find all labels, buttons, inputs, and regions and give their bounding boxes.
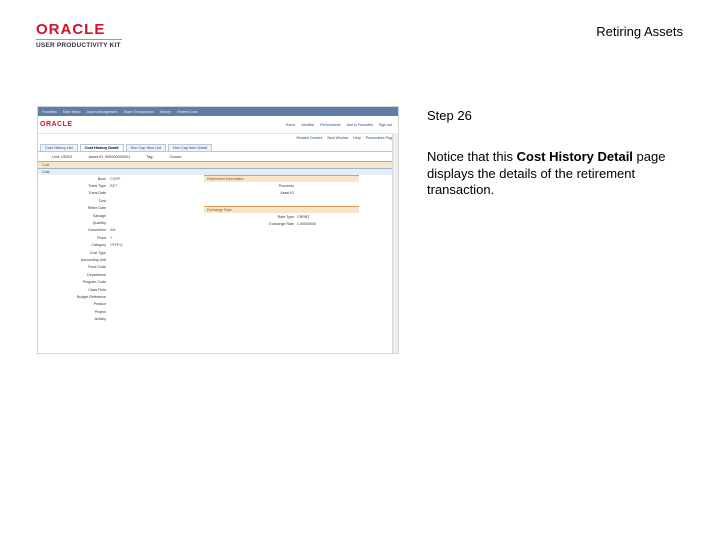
field-row: Activity	[38, 315, 398, 322]
field-row: Cost Type	[38, 249, 398, 256]
field-label: Convention	[87, 228, 106, 233]
screenshot-logo: ORACLE	[40, 121, 73, 128]
screenshot-top-links: Home Worklist Performance Add to Favorit…	[286, 123, 398, 127]
logo-divider	[36, 39, 122, 40]
field-label: Category	[91, 243, 106, 248]
tab-cost-history-detail[interactable]: Cost History Detail	[79, 144, 124, 151]
oracle-upk-logo: ORACLE USER PRODUCTIVITY KIT	[36, 21, 126, 49]
field-label: Accounting Unit	[80, 257, 106, 262]
field-row: Budget Reference	[38, 293, 398, 300]
field-value: Y	[110, 235, 113, 240]
screenshot-scrollbar[interactable]	[392, 133, 398, 353]
field-label: Trans Date	[88, 191, 106, 196]
field-label: Book	[97, 176, 106, 181]
field-row: Convention AM	[38, 227, 398, 234]
top-link[interactable]: Home	[286, 123, 296, 127]
tab-non-cap-item-list[interactable]: Non Cap Item List	[125, 144, 166, 151]
cost-detail-fields: Book CORP Trans Type RET Trans Date Cost R…	[38, 175, 398, 323]
field-row: Accounting Unit	[38, 256, 398, 263]
slide-title: Retiring Assets	[596, 24, 683, 39]
exchange-rate-header: Exchange Rate	[204, 206, 359, 213]
key-field: Unit: US001	[52, 154, 73, 159]
field-row: Category OFFEQ	[38, 242, 398, 249]
tab-cost-history-list[interactable]: Cost History List	[40, 144, 78, 151]
page-link[interactable]: Related Content	[296, 136, 322, 140]
retirement-info-header: Retirement Information	[204, 175, 359, 182]
top-link[interactable]: Performance	[320, 123, 341, 127]
field-row: Product	[38, 301, 398, 308]
cost-section-header[interactable]: Cost	[38, 161, 398, 168]
info-label: Proceeds	[278, 183, 294, 188]
info-row: Asset ID	[204, 189, 359, 196]
field-label: Department	[87, 272, 106, 277]
field-row: Department	[38, 271, 398, 278]
screenshot-tabs: Cost History List Cost History Detail No…	[38, 142, 398, 152]
info-value: 1.00000000	[297, 221, 316, 226]
step-text-before: Notice that this	[427, 149, 517, 164]
info-row: Exchange Rate 1.00000000	[204, 220, 359, 227]
screenshot-header: ORACLE Home Worklist Performance Add to …	[38, 116, 398, 134]
screenshot-menubar: Favorites Main Menu Asset Management Ass…	[38, 107, 398, 116]
menubar-item[interactable]: Review Cost	[177, 110, 197, 114]
info-label: Rate Type	[277, 214, 294, 219]
top-link[interactable]: Add to Favorites	[347, 123, 373, 127]
info-row: Proceeds	[204, 182, 359, 189]
screenshot-key-row: Unit: US001 Asset ID: 000000000001 Tag: …	[38, 152, 398, 161]
info-row: Rate Type CRRNT	[204, 213, 359, 220]
tab-non-cap-item-detail[interactable]: Non Cap Item Detail	[168, 144, 213, 151]
key-field: Asset ID: 000000000001	[88, 154, 131, 159]
key-field: Closed	[169, 154, 182, 159]
field-row: Project	[38, 308, 398, 315]
field-label: Fund Code	[88, 265, 106, 270]
retirement-info-panel: Retirement Information Proceeds Asset ID…	[204, 175, 359, 227]
menubar-item[interactable]: Asset Management	[87, 110, 118, 114]
field-label: Program Code	[82, 280, 106, 285]
field-label: Product	[93, 302, 106, 307]
field-label: Project	[94, 309, 106, 314]
field-label: Class Field	[88, 287, 106, 292]
step-title: Step 26	[427, 108, 472, 123]
menubar-item[interactable]: History	[160, 110, 171, 114]
page-link[interactable]: Personalize Page	[366, 136, 394, 140]
field-label: Budget Reference	[77, 294, 106, 299]
field-label: Cost	[98, 198, 106, 203]
top-link[interactable]: Worklist	[301, 123, 314, 127]
menubar-item[interactable]: Main Menu	[63, 110, 81, 114]
field-label: Activity	[94, 317, 106, 322]
key-field: Tag:	[146, 154, 154, 159]
info-label: Exchange Rate	[269, 221, 294, 226]
field-value: AM	[110, 228, 116, 233]
screenshot-page-links: Related Content New Window Help Personal…	[38, 134, 398, 142]
step-text-highlight: Cost History Detail	[516, 149, 633, 164]
page-link[interactable]: Help	[353, 136, 360, 140]
field-label: Fixed	[97, 235, 106, 240]
field-label: Salvage	[93, 213, 106, 218]
field-value: CORP	[110, 176, 121, 181]
step-instructions: Notice that this Cost History Detail pag…	[427, 149, 677, 199]
info-label: Asset ID	[280, 190, 294, 195]
field-value: OFFEQ	[110, 243, 123, 248]
application-screenshot: Favorites Main Menu Asset Management Ass…	[37, 106, 399, 354]
top-link[interactable]: Sign out	[379, 123, 392, 127]
field-label: Trans Type	[88, 184, 106, 189]
logo-oracle-wordmark: ORACLE	[36, 21, 106, 38]
logo-subtitle: USER PRODUCTIVITY KIT	[36, 42, 121, 49]
page-link[interactable]: New Window	[327, 136, 348, 140]
field-label: Cost Type	[89, 250, 106, 255]
cost-row-header: Cost	[38, 168, 398, 175]
menubar-item[interactable]: Favorites	[42, 110, 57, 114]
menubar-item[interactable]: Asset Transactions	[124, 110, 154, 114]
info-value: CRRNT	[297, 214, 310, 219]
field-row: Class Field	[38, 286, 398, 293]
field-row: Fund Code	[38, 264, 398, 271]
field-value: RET	[110, 184, 118, 189]
field-row: Fixed Y	[38, 234, 398, 241]
field-label: Retire Date	[87, 206, 106, 211]
field-label: Quantity	[92, 221, 106, 226]
field-row: Program Code	[38, 278, 398, 285]
